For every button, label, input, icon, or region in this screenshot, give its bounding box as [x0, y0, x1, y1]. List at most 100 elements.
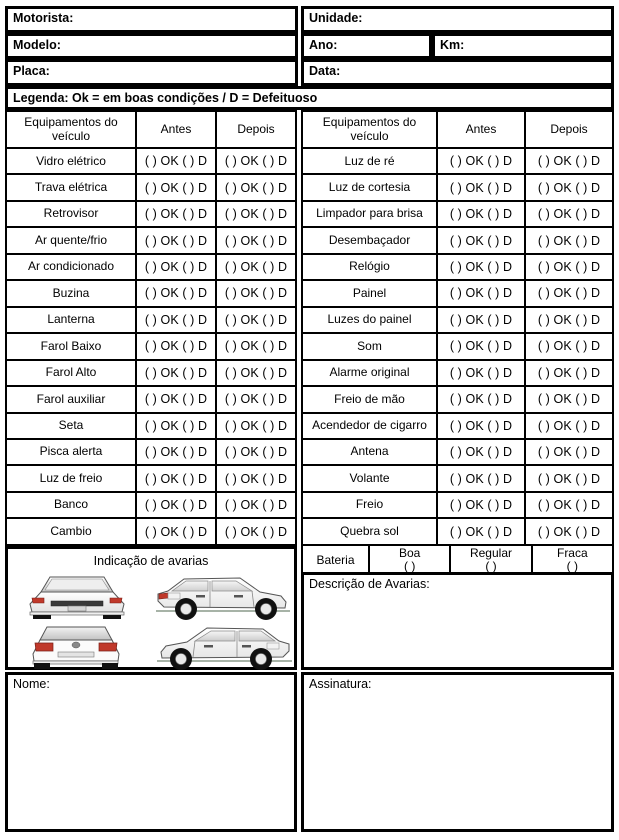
checkbox-cell-antes[interactable]: ( ) OK ( ) D	[436, 279, 526, 308]
table-row: Som( ) OK ( ) D( ) OK ( ) D	[301, 332, 614, 361]
car-side-right-view[interactable]	[148, 571, 291, 621]
checkbox-cell-antes[interactable]: ( ) OK ( ) D	[436, 252, 526, 282]
checkbox-cell-depois[interactable]: ( ) OK ( ) D	[215, 199, 297, 229]
checkbox-cell-depois[interactable]: ( ) OK ( ) D	[524, 252, 614, 282]
damage-description-box[interactable]: Descrição de Avarias:	[301, 572, 614, 670]
checkbox-cell-depois[interactable]: ( ) OK ( ) D	[524, 305, 614, 335]
table-row: Cambio( ) OK ( ) D( ) OK ( ) D	[5, 517, 297, 546]
legend-row: Legenda: Ok = em boas condições / D = De…	[5, 86, 614, 110]
checkbox-cell-antes[interactable]: ( ) OK ( ) D	[436, 490, 526, 520]
table-row: Luz de freio( ) OK ( ) D( ) OK ( ) D	[5, 464, 297, 493]
checkbox-cell-depois[interactable]: ( ) OK ( ) D	[215, 332, 297, 361]
checkbox-cell-antes[interactable]: ( ) OK ( ) D	[436, 385, 526, 414]
checkbox-cell-antes[interactable]: ( ) OK ( ) D	[436, 305, 526, 335]
equipment-name-cell: Freio de mão	[301, 385, 438, 414]
checkbox-cell-antes[interactable]: ( ) OK ( ) D	[135, 358, 217, 388]
checkbox-cell-depois[interactable]: ( ) OK ( ) D	[524, 411, 614, 441]
equipment-table-left: Equipamentos do veículo Antes Depois Vidro …	[5, 110, 297, 546]
checkbox-cell-depois[interactable]: ( ) OK ( ) D	[215, 464, 297, 493]
checkbox-cell-antes[interactable]: ( ) OK ( ) D	[436, 358, 526, 388]
checkbox-cell-depois[interactable]: ( ) OK ( ) D	[215, 358, 297, 388]
checkbox-cell-antes[interactable]: ( ) OK ( ) D	[135, 305, 217, 335]
checkbox-cell-antes[interactable]: ( ) OK ( ) D	[436, 173, 526, 202]
checkbox-cell-antes[interactable]: ( ) OK ( ) D	[135, 517, 217, 546]
table-row: Farol Alto( ) OK ( ) D( ) OK ( ) D	[5, 358, 297, 388]
checkbox-cell-antes[interactable]: ( ) OK ( ) D	[436, 437, 526, 467]
checkbox-cell-depois[interactable]: ( ) OK ( ) D	[215, 173, 297, 202]
field-placa-label: Placa:	[13, 64, 50, 78]
table-row: Seta( ) OK ( ) D( ) OK ( ) D	[5, 411, 297, 441]
table-row: Luzes do painel( ) OK ( ) D( ) OK ( ) D	[301, 305, 614, 335]
column-header-equipment: Equipamentos do veículo	[5, 110, 137, 149]
checkbox-cell-antes[interactable]: ( ) OK ( ) D	[436, 332, 526, 361]
checkbox-cell-depois[interactable]: ( ) OK ( ) D	[215, 279, 297, 308]
checkbox-cell-antes[interactable]: ( ) OK ( ) D	[135, 173, 217, 202]
checkbox-cell-antes[interactable]: ( ) OK ( ) D	[135, 437, 217, 467]
table-row: Retrovisor( ) OK ( ) D( ) OK ( ) D	[5, 199, 297, 229]
column-header-depois: Depois	[215, 110, 297, 149]
checkbox-cell-depois[interactable]: ( ) OK ( ) D	[215, 490, 297, 520]
table-row: Vidro elétrico( ) OK ( ) D( ) OK ( ) D	[5, 146, 297, 176]
checkbox-cell-antes[interactable]: ( ) OK ( ) D	[135, 199, 217, 229]
checkbox-cell-depois[interactable]: ( ) OK ( ) D	[215, 146, 297, 176]
checkbox-cell-depois[interactable]: ( ) OK ( ) D	[524, 173, 614, 202]
checkbox-cell-depois[interactable]: ( ) OK ( ) D	[215, 305, 297, 335]
checkbox-cell-antes[interactable]: ( ) OK ( ) D	[135, 411, 217, 441]
field-data[interactable]: Data:	[301, 59, 614, 86]
table-row: Buzina( ) OK ( ) D( ) OK ( ) D	[5, 279, 297, 308]
checkbox-cell-antes[interactable]: ( ) OK ( ) D	[436, 226, 526, 255]
column-header-antes: Antes	[135, 110, 217, 149]
checkbox-cell-depois[interactable]: ( ) OK ( ) D	[215, 437, 297, 467]
field-unidade[interactable]: Unidade:	[301, 6, 614, 33]
checkbox-cell-depois[interactable]: ( ) OK ( ) D	[524, 517, 614, 546]
equipment-name-cell: Painel	[301, 279, 438, 308]
checkbox-cell-antes[interactable]: ( ) OK ( ) D	[436, 146, 526, 176]
field-km[interactable]: Km:	[432, 33, 614, 59]
checkbox-cell-depois[interactable]: ( ) OK ( ) D	[215, 252, 297, 282]
checkbox-cell-depois[interactable]: ( ) OK ( ) D	[524, 358, 614, 388]
checkbox-cell-antes[interactable]: ( ) OK ( ) D	[135, 226, 217, 255]
checkbox-cell-antes[interactable]: ( ) OK ( ) D	[135, 252, 217, 282]
checkbox-cell-antes[interactable]: ( ) OK ( ) D	[135, 490, 217, 520]
checkbox-cell-antes[interactable]: ( ) OK ( ) D	[436, 517, 526, 546]
checkbox-cell-depois[interactable]: ( ) OK ( ) D	[524, 490, 614, 520]
equipment-name-cell: Desembaçador	[301, 226, 438, 255]
name-box[interactable]: Nome:	[5, 672, 297, 832]
checkbox-cell-antes[interactable]: ( ) OK ( ) D	[135, 385, 217, 414]
signature-box[interactable]: Assinatura:	[301, 672, 614, 832]
checkbox-cell-depois[interactable]: ( ) OK ( ) D	[524, 279, 614, 308]
checkbox-cell-antes[interactable]: ( ) OK ( ) D	[135, 279, 217, 308]
checkbox-cell-depois[interactable]: ( ) OK ( ) D	[215, 385, 297, 414]
checkbox-cell-depois[interactable]: ( ) OK ( ) D	[524, 199, 614, 229]
field-modelo[interactable]: Modelo:	[5, 33, 298, 59]
checkbox-cell-antes[interactable]: ( ) OK ( ) D	[436, 464, 526, 493]
field-motorista[interactable]: Motorista:	[5, 6, 298, 33]
equipment-name-cell: Lanterna	[5, 305, 137, 335]
car-side-left-view[interactable]	[156, 621, 299, 671]
legend-text: Legenda: Ok = em boas condições / D = De…	[13, 91, 318, 105]
checkbox-cell-antes[interactable]: ( ) OK ( ) D	[135, 146, 217, 176]
field-ano[interactable]: Ano:	[301, 33, 432, 59]
equipment-name-cell: Luz de cortesia	[301, 173, 438, 202]
checkbox-cell-depois[interactable]: ( ) OK ( ) D	[215, 517, 297, 546]
table-row: Alarme original( ) OK ( ) D( ) OK ( ) D	[301, 358, 614, 388]
checkbox-cell-depois[interactable]: ( ) OK ( ) D	[524, 146, 614, 176]
car-rear-view[interactable]	[20, 623, 132, 669]
checkbox-cell-antes[interactable]: ( ) OK ( ) D	[135, 332, 217, 361]
checkbox-cell-antes[interactable]: ( ) OK ( ) D	[436, 411, 526, 441]
checkbox-cell-depois[interactable]: ( ) OK ( ) D	[524, 437, 614, 467]
checkbox-cell-antes[interactable]: ( ) OK ( ) D	[436, 199, 526, 229]
checkbox-cell-depois[interactable]: ( ) OK ( ) D	[524, 226, 614, 255]
checkbox-cell-depois[interactable]: ( ) OK ( ) D	[524, 464, 614, 493]
field-placa[interactable]: Placa:	[5, 59, 298, 86]
damage-indication-panel[interactable]: Indicação de avarias	[5, 546, 297, 670]
table-row: Ar quente/frio( ) OK ( ) D( ) OK ( ) D	[5, 226, 297, 255]
car-front-view[interactable]	[18, 573, 136, 621]
equipment-name-cell: Luzes do painel	[301, 305, 438, 335]
checkbox-cell-depois[interactable]: ( ) OK ( ) D	[215, 411, 297, 441]
checkbox-cell-antes[interactable]: ( ) OK ( ) D	[135, 464, 217, 493]
checkbox-cell-depois[interactable]: ( ) OK ( ) D	[215, 226, 297, 255]
checkbox-cell-depois[interactable]: ( ) OK ( ) D	[524, 385, 614, 414]
equipment-name-cell: Farol auxiliar	[5, 385, 137, 414]
checkbox-cell-depois[interactable]: ( ) OK ( ) D	[524, 332, 614, 361]
